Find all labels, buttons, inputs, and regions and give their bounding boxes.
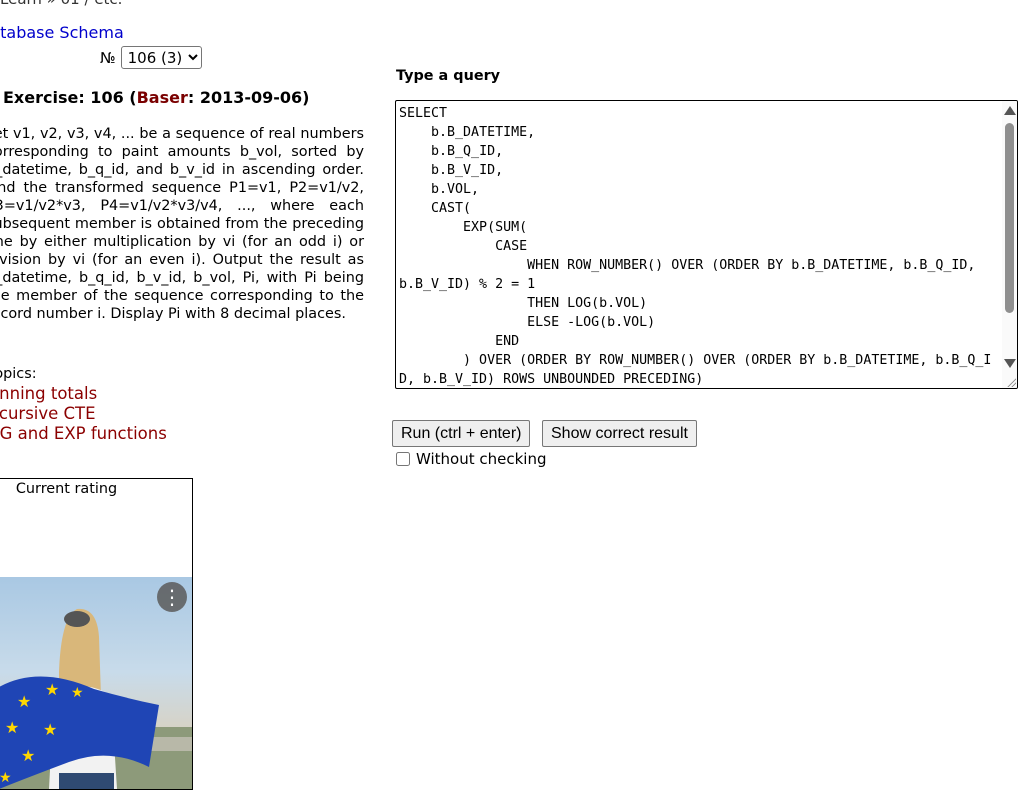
svg-text:★: ★ (21, 746, 35, 765)
exercise-title-suffix: : 2013-09-06) (187, 88, 310, 107)
exercise-select[interactable]: 106 (3) (120, 46, 202, 69)
scrollbar-thumb[interactable] (1005, 123, 1014, 313)
scroll-down-arrow-icon[interactable] (1004, 359, 1016, 368)
topic-link-log-exp[interactable]: LOG and EXP functions (0, 424, 167, 443)
exercise-selector-row: № 106 (3) (100, 46, 202, 69)
svg-text:★: ★ (17, 692, 31, 711)
without-checking-label: Without checking (416, 450, 547, 468)
without-checking-option[interactable]: Without checking (396, 450, 547, 468)
run-query-button[interactable]: Run (ctrl + enter) (392, 420, 531, 447)
topics-label: Topics: (0, 366, 37, 382)
without-checking-checkbox[interactable] (396, 452, 410, 466)
exercise-title-prefix: Exercise: 106 ( (3, 88, 137, 107)
sql-query-textarea[interactable]: SELECT b.B_DATETIME, b.B_Q_ID, b.B_V_ID,… (395, 100, 1018, 389)
topic-link-running-totals[interactable]: Running totals (0, 384, 97, 403)
database-schema-link[interactable]: Database Schema (0, 23, 124, 42)
svg-text:★: ★ (43, 720, 57, 739)
advertisement-image[interactable]: ★ ★ ★ ★ ★ ★ ★ ⋮ (0, 577, 192, 789)
topic-link-recursive-cte[interactable]: Recursive CTE (0, 404, 96, 423)
exercise-number-label: № (100, 48, 116, 67)
query-label: Type a query (396, 68, 501, 84)
more-vert-icon[interactable]: ⋮ (157, 582, 187, 612)
exercise-author-link[interactable]: Baser (137, 88, 188, 107)
sql-query-text[interactable]: SELECT b.B_DATETIME, b.B_Q_ID, b.B_V_ID,… (399, 104, 997, 388)
exercise-description: Let v1, v2, v3, v4, ... be a sequence of… (0, 126, 364, 322)
exercise-title: Exercise: 106 (Baser: 2013-09-06) (3, 88, 309, 107)
rating-panel: Current rating ★ ★ ★ ★ ★ ★ ★ ⋮ (0, 478, 193, 790)
svg-text:★: ★ (71, 685, 84, 701)
breadcrumb: Learn » 01 / etc. (0, 0, 122, 8)
scroll-up-arrow-icon[interactable] (1004, 106, 1016, 115)
resize-grip-icon[interactable] (1006, 377, 1016, 387)
svg-text:★: ★ (5, 718, 19, 737)
svg-text:★: ★ (0, 770, 12, 786)
show-correct-result-button[interactable]: Show correct result (542, 420, 697, 447)
rating-title: Current rating (15, 481, 118, 497)
textarea-scrollbar[interactable] (1002, 101, 1017, 388)
svg-text:★: ★ (45, 680, 59, 699)
